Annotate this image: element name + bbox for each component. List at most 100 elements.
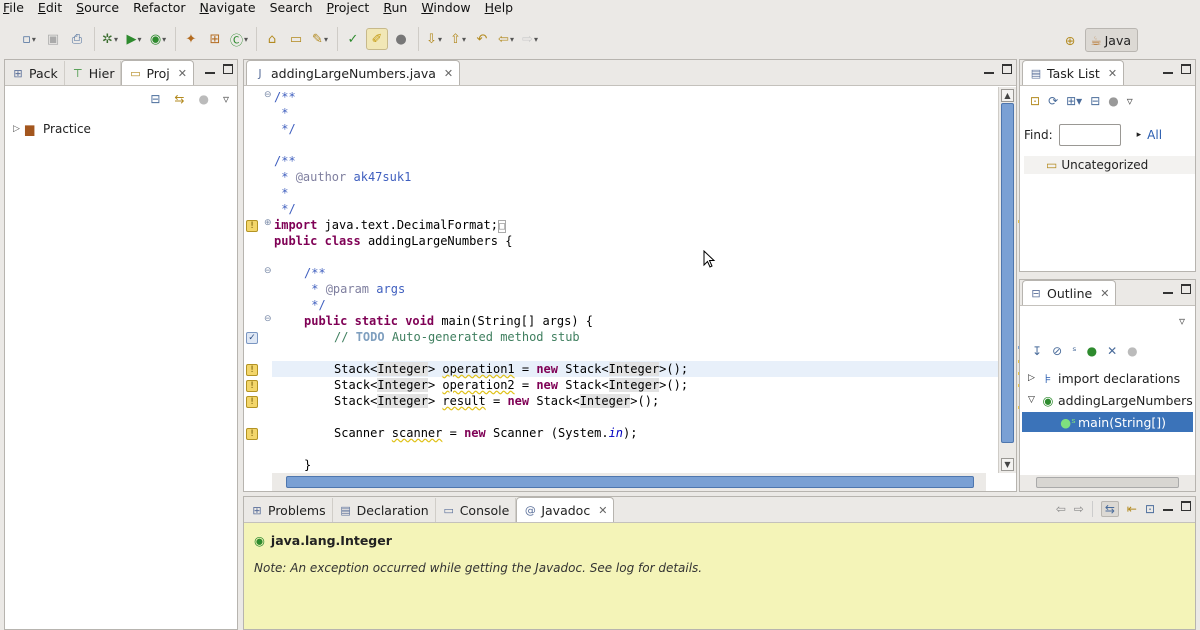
last-edit-icon[interactable]: ↶ xyxy=(471,28,493,50)
back-icon[interactable]: ⇦ xyxy=(495,28,517,50)
folded-marker[interactable]: □ xyxy=(497,220,507,233)
open-declaration-icon[interactable]: ⇤ xyxy=(1127,502,1137,516)
close-icon[interactable]: ✕ xyxy=(178,67,187,80)
minimize-button[interactable] xyxy=(205,64,215,74)
minimize-button[interactable] xyxy=(1163,284,1173,294)
close-icon[interactable]: ✕ xyxy=(1100,287,1109,300)
tab-package-explorer[interactable]: ⊞ Pack xyxy=(5,61,65,85)
filter-icon[interactable]: ● xyxy=(198,92,208,106)
external-tools-icon[interactable]: ◉ xyxy=(147,28,169,50)
open-folder-icon[interactable]: ▭ xyxy=(285,28,307,50)
tab-declaration[interactable]: ▤ Declaration xyxy=(333,498,436,522)
hide-fields-icon[interactable]: ⊘ xyxy=(1052,344,1062,358)
forward-icon[interactable]: ⇨ xyxy=(1074,502,1084,516)
expand-import-icon[interactable]: ⊕ xyxy=(264,218,274,228)
search-icon[interactable]: ✎ xyxy=(309,28,331,50)
link-selection-icon[interactable]: ⇆ xyxy=(1100,501,1119,517)
scroll-thumb[interactable] xyxy=(1036,477,1179,488)
menu-refactor[interactable]: Refactor xyxy=(126,0,192,16)
warning-icon[interactable]: ! xyxy=(246,396,258,408)
expand-icon[interactable]: ▷ xyxy=(13,124,25,134)
outline-item-imports[interactable]: ▷ ⊧ import declarations xyxy=(1022,368,1193,388)
collapse-all-icon[interactable]: ⊟ xyxy=(1090,94,1100,108)
link-editor-icon[interactable]: ⇆ xyxy=(174,92,184,106)
collapse-icon[interactable]: ▽ xyxy=(1022,395,1038,405)
outline-item-main[interactable]: ●ˢ main(String[]) xyxy=(1022,412,1193,432)
view-menu-icon[interactable]: ▿ xyxy=(223,92,229,106)
editor-horizontal-scrollbar[interactable] xyxy=(272,473,986,491)
synchronize-icon[interactable]: ⟳ xyxy=(1048,94,1058,108)
close-icon[interactable]: ✕ xyxy=(444,67,453,80)
find-input[interactable] xyxy=(1058,124,1121,146)
maximize-button[interactable] xyxy=(1181,64,1191,74)
categorize-icon[interactable]: ⊞▾ xyxy=(1066,94,1082,108)
open-browser-icon[interactable]: ⊡ xyxy=(1145,502,1155,516)
view-menu-icon[interactable]: ▿ xyxy=(1127,94,1133,108)
list-item[interactable]: ▭ Uncategorized xyxy=(1024,156,1195,174)
focus-icon[interactable]: ● xyxy=(1108,94,1118,108)
new-java-project-icon[interactable]: ✦ xyxy=(180,28,202,50)
next-annotation-icon[interactable]: ⇩ xyxy=(423,28,445,50)
menu-file[interactable]: File xyxy=(0,0,31,16)
menu-source[interactable]: Source xyxy=(69,0,126,16)
minimize-button[interactable] xyxy=(1163,64,1173,74)
minimize-button[interactable] xyxy=(984,64,994,74)
hide-local-types-icon[interactable]: ✕ xyxy=(1107,344,1117,358)
menu-project[interactable]: Project xyxy=(320,0,377,16)
hide-static-icon[interactable]: ˢ xyxy=(1072,344,1076,358)
toggle-annotation-icon[interactable]: ✓ xyxy=(342,28,364,50)
maximize-button[interactable] xyxy=(1181,284,1191,294)
view-menu-icon[interactable]: ▿ xyxy=(1179,314,1185,328)
show-whitespace-icon[interactable]: ● xyxy=(390,28,412,50)
hide-nonpublic-icon[interactable]: ● xyxy=(1087,344,1097,358)
save-icon[interactable]: ▣ xyxy=(42,28,64,50)
menu-run[interactable]: Run xyxy=(376,0,414,16)
task-icon[interactable]: ✓ xyxy=(246,332,258,344)
new-icon[interactable]: ▫ xyxy=(18,28,40,50)
outline-item-class[interactable]: ▽ ◉ addingLargeNumbers xyxy=(1022,390,1193,410)
debug-icon[interactable]: ✲ xyxy=(99,28,121,50)
fold-icon[interactable]: ⊖ xyxy=(264,314,274,324)
menu-window[interactable]: Window xyxy=(414,0,477,16)
prev-annotation-icon[interactable]: ⇧ xyxy=(447,28,469,50)
expand-icon[interactable]: ▷ xyxy=(1022,373,1038,383)
maximize-button[interactable] xyxy=(223,64,233,74)
print-icon[interactable]: ⎙ xyxy=(66,28,88,50)
scroll-thumb[interactable] xyxy=(286,476,974,488)
tab-console[interactable]: ▭ Console xyxy=(436,498,517,522)
warning-icon[interactable]: ! xyxy=(246,364,258,376)
maximize-button[interactable] xyxy=(1181,501,1191,511)
collapse-all-icon[interactable]: ⊟ xyxy=(150,92,160,106)
mark-occurrences-icon[interactable]: ✐ xyxy=(366,28,388,50)
tab-hierarchy[interactable]: ⊤ Hier xyxy=(65,61,122,85)
new-package-icon[interactable]: ⊞ xyxy=(204,28,226,50)
tab-problems[interactable]: ⊞ Problems xyxy=(244,498,333,522)
open-perspective-icon[interactable]: ⊕ xyxy=(1061,28,1079,52)
tab-addinglargenumbers[interactable]: J addingLargeNumbers.java ✕ xyxy=(246,60,461,85)
menu-search[interactable]: Search xyxy=(263,0,320,16)
run-icon[interactable]: ▶ xyxy=(123,28,145,50)
code-area[interactable]: ⊖ ⊕ ⊖ ⊖ ! ✓ ! ! ! ! /** * */ /** * @auth… xyxy=(244,87,998,473)
menu-edit[interactable]: Edit xyxy=(31,0,69,16)
close-icon[interactable]: ✕ xyxy=(598,504,607,517)
close-icon[interactable]: ✕ xyxy=(1108,67,1117,80)
fold-icon[interactable]: ⊖ xyxy=(264,90,274,100)
new-task-icon[interactable]: ⊡ xyxy=(1030,94,1040,108)
all-link[interactable]: All xyxy=(1147,128,1162,142)
open-type-icon[interactable]: ⌂ xyxy=(261,28,283,50)
scroll-thumb[interactable] xyxy=(1001,103,1014,443)
java-perspective-button[interactable]: ☕ Java xyxy=(1085,28,1138,52)
outline-horizontal-scrollbar[interactable] xyxy=(1020,475,1195,491)
maximize-button[interactable] xyxy=(1002,64,1012,74)
scroll-up-icon[interactable]: ▲ xyxy=(1001,89,1014,102)
tab-project-explorer[interactable]: ▭ Proj ✕ xyxy=(121,60,194,85)
forward-icon[interactable]: ⇨ xyxy=(519,28,541,50)
fold-icon[interactable]: ⊖ xyxy=(264,266,274,276)
menu-navigate[interactable]: Navigate xyxy=(193,0,263,16)
back-icon[interactable]: ⇦ xyxy=(1056,502,1066,516)
warning-icon[interactable]: ! xyxy=(246,380,258,392)
tab-outline[interactable]: ⊟ Outline ✕ xyxy=(1022,280,1117,305)
tree-item-practice[interactable]: ▷ ▆ Practice xyxy=(13,122,91,136)
warning-icon[interactable]: ! xyxy=(246,428,258,440)
new-class-icon[interactable]: Ⓒ xyxy=(228,28,250,50)
